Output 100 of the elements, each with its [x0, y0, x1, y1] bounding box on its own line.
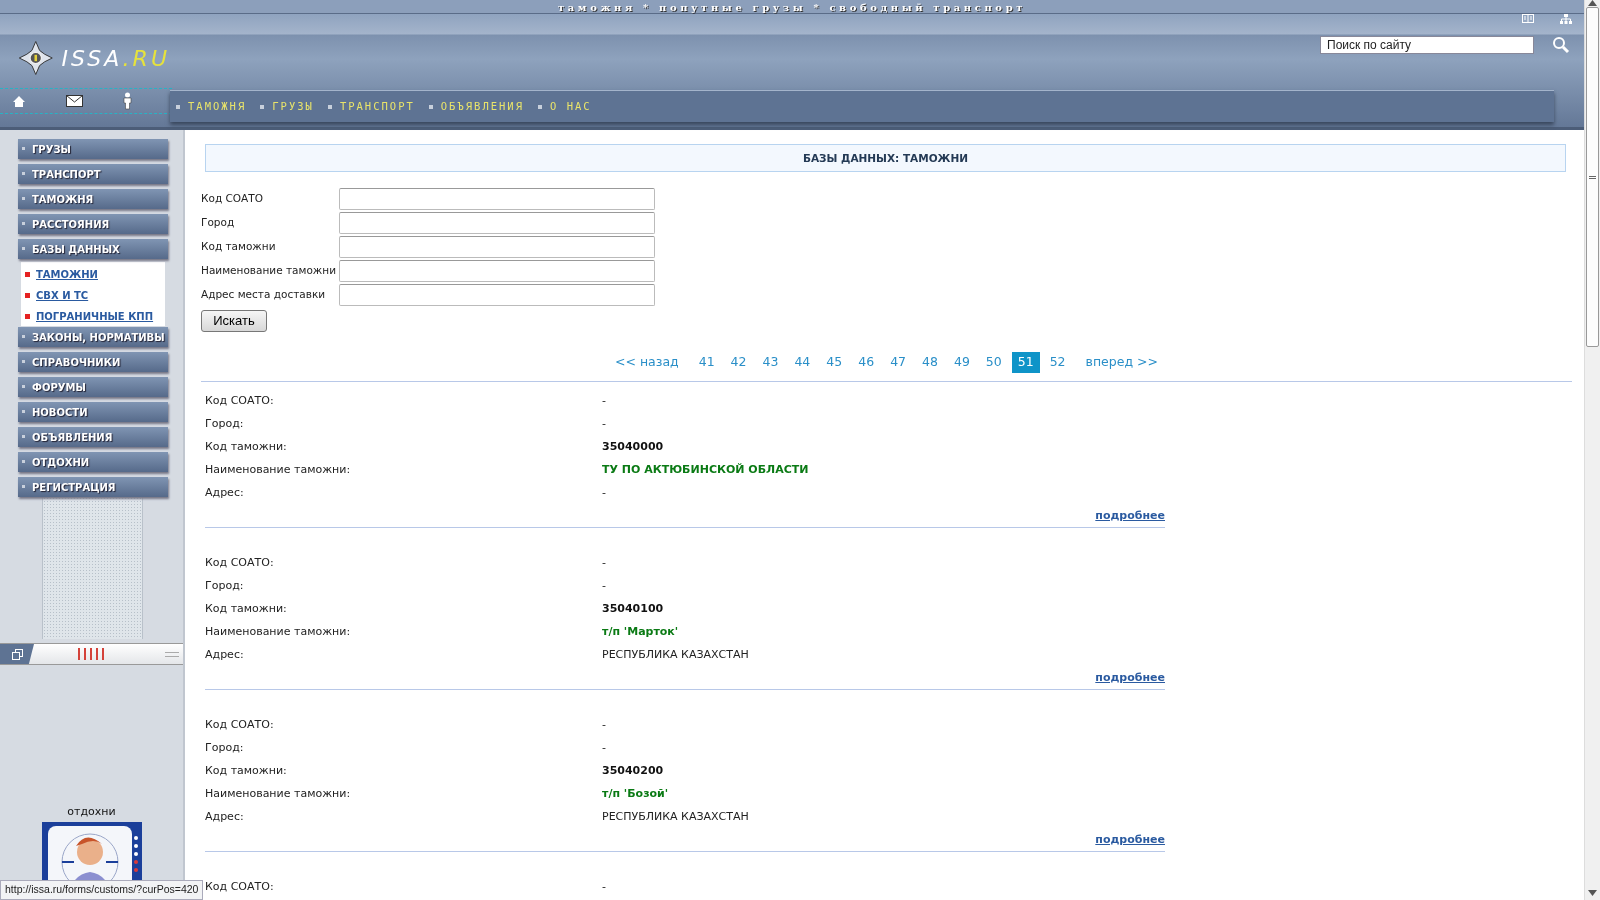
window-tab[interactable]	[0, 644, 34, 664]
nav-link[interactable]: ОБЪЯВЛЕНИЯ	[440, 98, 524, 115]
record-value: -	[602, 578, 606, 594]
previous-link[interactable]: << назад	[615, 353, 679, 372]
record-value: -	[602, 879, 606, 895]
page-link[interactable]: 52	[1043, 352, 1072, 373]
page-link[interactable]: 50	[979, 352, 1008, 373]
record-value: ТУ ПО АКТЮБИНСКОЙ ОБЛАСТИ	[602, 462, 809, 478]
page-link[interactable]: 48	[916, 352, 944, 373]
sitemap-icon[interactable]	[1560, 14, 1572, 24]
record-value: -	[602, 555, 606, 571]
record-label: Город:	[205, 578, 245, 594]
mail-icon[interactable]	[66, 95, 83, 107]
input-field[interactable]	[339, 236, 655, 258]
record-label: Код СОАТО:	[205, 879, 275, 895]
site-tagline: таможня * попутные грузы * свободный транспорт	[557, 2, 1027, 13]
record-label: Наименование таможни:	[205, 462, 352, 478]
person-icon[interactable]	[123, 92, 132, 110]
record-label: Код таможни:	[205, 763, 288, 779]
menu-button[interactable]: ФОРУМЫ	[18, 377, 168, 397]
page-link[interactable]: 49	[947, 352, 976, 373]
menu-button[interactable]: НОВОСТИ	[18, 402, 168, 422]
record-value: -	[602, 485, 606, 501]
input-field[interactable]	[339, 260, 655, 282]
windows-icon	[11, 648, 23, 660]
book-icon[interactable]	[1522, 14, 1534, 23]
record-label: Код СОАТО:	[205, 555, 275, 571]
page-link[interactable]: 44	[788, 352, 817, 373]
submenu-link[interactable]: СВХ И ТС	[36, 287, 89, 303]
input-field[interactable]	[339, 212, 655, 234]
scroll-down-icon[interactable]	[1588, 890, 1597, 896]
field-label: Наименование таможни	[201, 263, 337, 279]
menu-button[interactable]: ТАМОЖНЯ	[18, 189, 168, 209]
menu-button[interactable]: ТРАНСПОРТ	[18, 164, 168, 184]
picture-caption: отдохни	[67, 803, 116, 820]
menu-button[interactable]: РЕГИСТРАЦИЯ	[18, 477, 168, 497]
record-value: т/п 'Бозой'	[602, 786, 669, 802]
page-link[interactable]: 51	[1011, 352, 1040, 373]
page-link[interactable]: 45	[820, 352, 849, 373]
nav-link[interactable]: ГРУЗЫ	[272, 98, 314, 115]
record-label: Город:	[205, 416, 245, 432]
nav-link[interactable]: ТАМОЖНЯ	[188, 98, 247, 115]
bullet-icon	[25, 313, 30, 319]
record-value: 35040100	[602, 601, 664, 617]
page-link[interactable]: 43	[756, 352, 785, 373]
record-label: Наименование таможни:	[205, 624, 352, 640]
details-link[interactable]: подробнее	[1095, 669, 1165, 686]
field-label: Город	[201, 215, 236, 231]
home-icon[interactable]	[12, 94, 26, 108]
grip-icon	[165, 651, 179, 657]
record-value: т/п 'Марток'	[602, 624, 679, 640]
submenu-link[interactable]: ПОГРАНИЧНЫЕ КПП	[36, 308, 154, 324]
menu-button[interactable]: СПРАВОЧНИКИ	[18, 352, 168, 372]
page-link[interactable]: 42	[724, 352, 753, 373]
menu-button[interactable]: ЗАКОНЫ, НОРМАТИВЫ	[18, 327, 168, 347]
search-icon[interactable]	[1552, 36, 1570, 54]
record-value: 35040200	[602, 763, 664, 779]
search-button[interactable]: Искать	[201, 310, 267, 332]
nav-link[interactable]: ТРАНСПОРТ	[339, 98, 415, 115]
field-label: Адрес места доставки	[201, 287, 327, 303]
menu-button[interactable]: ОБЪЯВЛЕНИЯ	[18, 427, 168, 447]
status-tooltip: http://issa.ru/forms/customs/?curPos=420	[0, 880, 204, 900]
record-label: Адрес:	[205, 809, 245, 825]
field-label: Код таможни	[201, 239, 277, 255]
bullet-icon	[25, 271, 30, 277]
record-value: -	[602, 740, 606, 756]
record-value: -	[602, 393, 606, 409]
record-value: -	[602, 717, 606, 733]
field-label: Код СОАТО	[201, 191, 264, 207]
input-field[interactable]	[339, 188, 655, 210]
details-link[interactable]: подробнее	[1095, 831, 1165, 848]
bars-icon	[78, 648, 105, 660]
page-link[interactable]: 47	[884, 352, 913, 373]
record-value: РЕСПУБЛИКА КАЗАХСТАН	[602, 647, 749, 663]
menu-button[interactable]: ОТДОХНИ	[18, 452, 168, 472]
section-heading: БАЗЫ ДАННЫХ: ТАМОЖНИ	[205, 144, 1566, 172]
menu-button[interactable]: РАССТОЯНИЯ	[18, 214, 168, 234]
record-label: Код СОАТО:	[205, 717, 275, 733]
record-value: -	[602, 416, 606, 432]
logo-text[interactable]: ISSA.RU	[61, 41, 170, 75]
details-link[interactable]: подробнее	[1095, 507, 1165, 524]
record-label: Код таможни:	[205, 439, 288, 455]
scrollbar[interactable]	[1584, 0, 1600, 900]
record-label: Код СОАТО:	[205, 393, 275, 409]
record-value: 35040000	[602, 439, 664, 455]
page-link[interactable]: 46	[852, 352, 881, 373]
nav-link[interactable]: О НАС	[550, 98, 592, 115]
page-link[interactable]: 41	[692, 352, 721, 373]
scroll-thumb[interactable]	[1586, 7, 1599, 347]
submenu-link[interactable]: ТАМОЖНИ	[36, 266, 98, 282]
record-label: Код таможни:	[205, 601, 288, 617]
record-label: Адрес:	[205, 485, 245, 501]
search-field[interactable]: Поиск по сайту	[1320, 36, 1534, 54]
record-label: Город:	[205, 740, 245, 756]
record-value: РЕСПУБЛИКА КАЗАХСТАН	[602, 809, 749, 825]
bullet-icon	[25, 292, 30, 298]
menu-button[interactable]: ГРУЗЫ	[18, 139, 168, 159]
input-field[interactable]	[339, 284, 655, 306]
menu-button[interactable]: БАЗЫ ДАННЫХ	[18, 239, 168, 259]
next-link[interactable]: вперед >>	[1085, 353, 1158, 372]
